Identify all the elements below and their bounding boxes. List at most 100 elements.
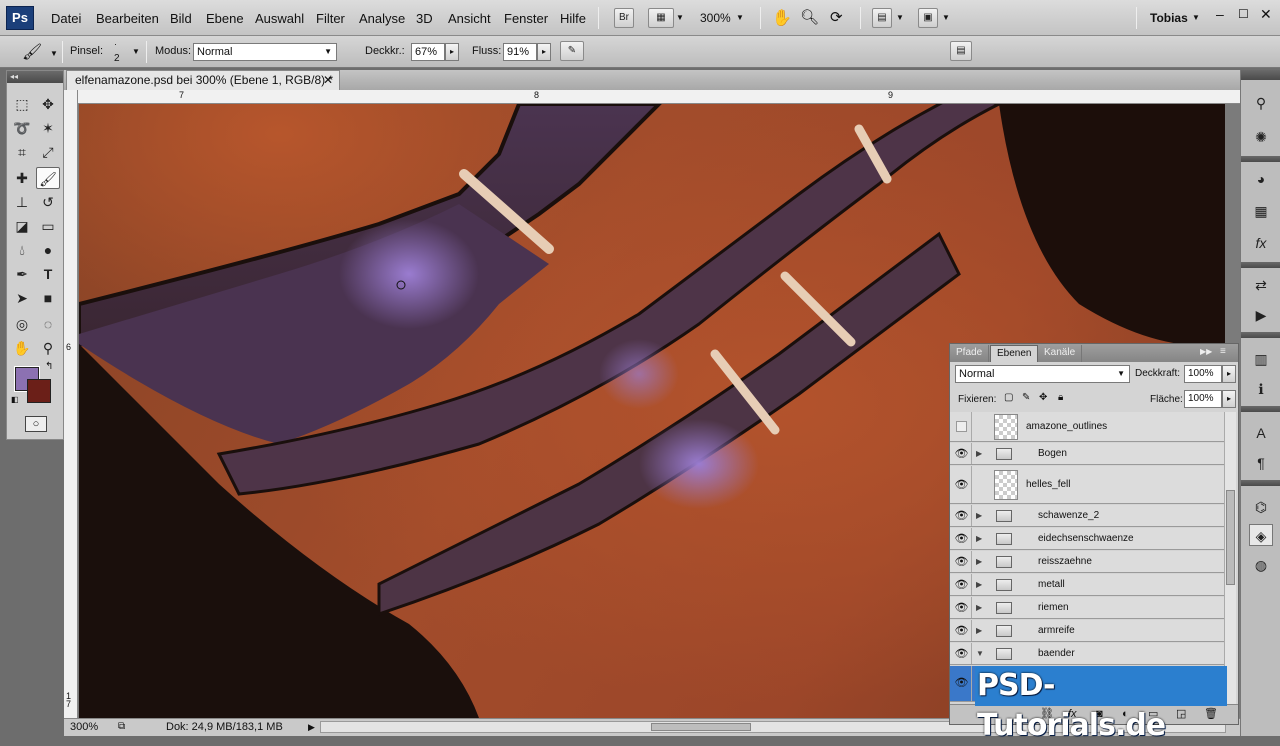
hand-icon[interactable]: ✋ xyxy=(772,8,792,28)
menu-filter[interactable]: Filter xyxy=(316,11,345,26)
hand-tool-icon[interactable]: ✋ xyxy=(10,337,34,359)
opacity-slider-button[interactable]: ▸ xyxy=(445,43,459,61)
eyedropper-icon[interactable]: ⤢ xyxy=(36,141,60,163)
layers-icon[interactable]: ◈ xyxy=(1249,524,1273,546)
blend-mode-select[interactable]: Normal ▼ xyxy=(955,365,1130,383)
healing-brush-icon[interactable]: ✚ xyxy=(10,167,34,189)
clone-source-icon[interactable]: ⇄ xyxy=(1249,274,1273,296)
user-name[interactable]: Tobias xyxy=(1150,11,1188,25)
fill-field[interactable]: 100% xyxy=(1184,390,1222,408)
lock-transparency-icon[interactable]: ▢ xyxy=(1004,392,1013,403)
layer-opacity-field[interactable]: 100% xyxy=(1184,365,1222,383)
trash-icon[interactable]: 🗑︎ xyxy=(1204,705,1218,723)
scroll-thumb[interactable] xyxy=(1226,490,1235,585)
eye-icon[interactable]: 👁︎ xyxy=(952,443,972,464)
shape-icon[interactable]: ■ xyxy=(36,287,60,309)
magic-wand-icon[interactable]: ✶ xyxy=(36,117,60,139)
background-color-swatch[interactable] xyxy=(27,379,51,403)
menu-analyse[interactable]: Analyse xyxy=(359,11,405,26)
expand-icon[interactable]: ▶ xyxy=(976,551,982,573)
brush-size[interactable]: 2 xyxy=(114,53,120,64)
flow-slider-button[interactable]: ▸ xyxy=(537,43,551,61)
lasso-icon[interactable]: ➰ xyxy=(10,117,34,139)
chevron-down-icon[interactable]: ▼ xyxy=(676,13,684,22)
eye-icon[interactable]: 👁︎ xyxy=(952,551,972,572)
new-layer-icon[interactable]: ◲ xyxy=(1176,705,1186,723)
menu-ansicht[interactable]: Ansicht xyxy=(448,11,491,26)
blur-icon[interactable]: 💧︎ xyxy=(10,239,34,261)
zoom-level[interactable]: 300% xyxy=(700,11,731,25)
toolbox-header[interactable]: ◂◂ xyxy=(7,71,63,83)
airbrush-icon[interactable]: ✎ xyxy=(560,41,584,61)
navigator-icon[interactable]: ✺ xyxy=(1249,126,1273,148)
history-brush-icon[interactable]: ↺ xyxy=(36,191,60,213)
group-row[interactable]: 👁︎ ▶ Bogen xyxy=(950,443,1226,465)
tool-presets-icon[interactable]: ⚲ xyxy=(1249,92,1273,114)
status-options-icon[interactable]: ⧉ xyxy=(118,719,125,735)
arrange-documents-button[interactable]: ▤ xyxy=(872,8,892,28)
menu-bearbeiten[interactable]: Bearbeiten xyxy=(96,11,159,26)
tab-layers[interactable]: Ebenen xyxy=(990,345,1039,362)
screen-mode-button[interactable]: ▣ xyxy=(918,8,938,28)
tab-channels[interactable]: Kanäle xyxy=(1038,345,1083,362)
opacity-field[interactable]: 67% xyxy=(411,43,445,61)
chevron-down-icon[interactable]: ▼ xyxy=(132,47,140,56)
panel-menu-icon[interactable]: ≡ xyxy=(1220,346,1226,357)
eraser-icon[interactable]: ◪ xyxy=(10,215,34,237)
scroll-thumb[interactable] xyxy=(651,723,751,731)
flow-field[interactable]: 91% xyxy=(503,43,537,61)
collapse-group-icon[interactable]: ▼ xyxy=(976,643,984,665)
eye-icon[interactable]: 👁︎ xyxy=(952,505,972,526)
view-extras-button[interactable]: ▦ xyxy=(648,8,674,28)
lock-pixels-icon[interactable]: ✎ xyxy=(1022,392,1030,403)
eye-icon[interactable]: 👁︎ xyxy=(952,528,972,549)
channels-icon[interactable]: ◍ xyxy=(1249,554,1273,576)
tab-paths[interactable]: Pfade xyxy=(950,345,990,362)
layers-scrollbar[interactable] xyxy=(1224,412,1236,704)
swatches-icon[interactable]: ▦ xyxy=(1249,200,1273,222)
marquee-icon[interactable]: ⬚ xyxy=(10,93,34,115)
brush-tool-icon[interactable]: 🖌︎ xyxy=(22,42,42,62)
minimize-icon[interactable]: – xyxy=(1216,6,1224,22)
visibility-toggle[interactable] xyxy=(952,412,972,441)
menu-hilfe[interactable]: Hilfe xyxy=(560,11,586,26)
expand-icon[interactable]: ▶ xyxy=(976,505,982,527)
chevron-down-icon[interactable]: ▼ xyxy=(1192,13,1200,22)
3d-orbit-icon[interactable]: ◌ xyxy=(36,313,60,335)
eye-icon[interactable]: 👁︎ xyxy=(952,466,972,503)
brush-icon[interactable]: 🖌︎ xyxy=(36,167,60,189)
pen-icon[interactable]: ✒ xyxy=(10,263,34,285)
dock-header[interactable] xyxy=(1241,70,1280,80)
swap-colors-icon[interactable]: ↰ xyxy=(45,361,53,372)
eye-icon[interactable]: 👁︎ xyxy=(952,574,972,595)
character-icon[interactable]: A xyxy=(1249,422,1273,444)
close-icon[interactable]: ✕ xyxy=(1260,6,1272,23)
eye-icon[interactable]: 👁︎ xyxy=(952,597,972,618)
group-row[interactable]: 👁︎ ▶ riemen xyxy=(950,597,1226,619)
move-icon[interactable]: ✥ xyxy=(36,93,60,115)
document-tab[interactable]: elfenamazone.psd bei 300% (Ebene 1, RGB/… xyxy=(66,70,340,90)
group-row[interactable]: 👁︎ ▶ reisszaehne xyxy=(950,551,1226,573)
chevron-down-icon[interactable]: ▼ xyxy=(50,49,58,58)
group-row[interactable]: 👁︎ ▼ baender xyxy=(950,643,1226,665)
expand-icon[interactable]: ▶ xyxy=(976,443,982,465)
menu-bild[interactable]: Bild xyxy=(170,11,192,26)
histogram-icon[interactable]: ▥ xyxy=(1249,348,1273,370)
expand-icon[interactable]: ▶ xyxy=(976,620,982,642)
layer-row[interactable]: amazone_outlines xyxy=(950,412,1226,442)
brush-preview[interactable]: · xyxy=(114,39,117,49)
expand-icon[interactable]: ▶ xyxy=(976,574,982,596)
menu-3d[interactable]: 3D xyxy=(416,11,433,26)
quick-mask-button[interactable]: ○ xyxy=(25,416,47,432)
menu-fenster[interactable]: Fenster xyxy=(504,11,548,26)
crop-icon[interactable]: ⌗ xyxy=(10,141,34,163)
menu-datei[interactable]: Datei xyxy=(51,11,81,26)
group-row[interactable]: 👁︎ ▶ armreife xyxy=(950,620,1226,642)
3d-rotate-icon[interactable]: ◎ xyxy=(10,313,34,335)
collapse-icon[interactable]: ▶▶ xyxy=(1200,347,1212,356)
close-tab-icon[interactable]: ✕ xyxy=(323,71,333,89)
expand-icon[interactable]: ▶ xyxy=(976,597,982,619)
lock-all-icon[interactable]: 🔒︎ xyxy=(1058,392,1063,403)
dodge-icon[interactable]: ● xyxy=(36,239,60,261)
bridge-button[interactable]: Br xyxy=(614,8,634,28)
